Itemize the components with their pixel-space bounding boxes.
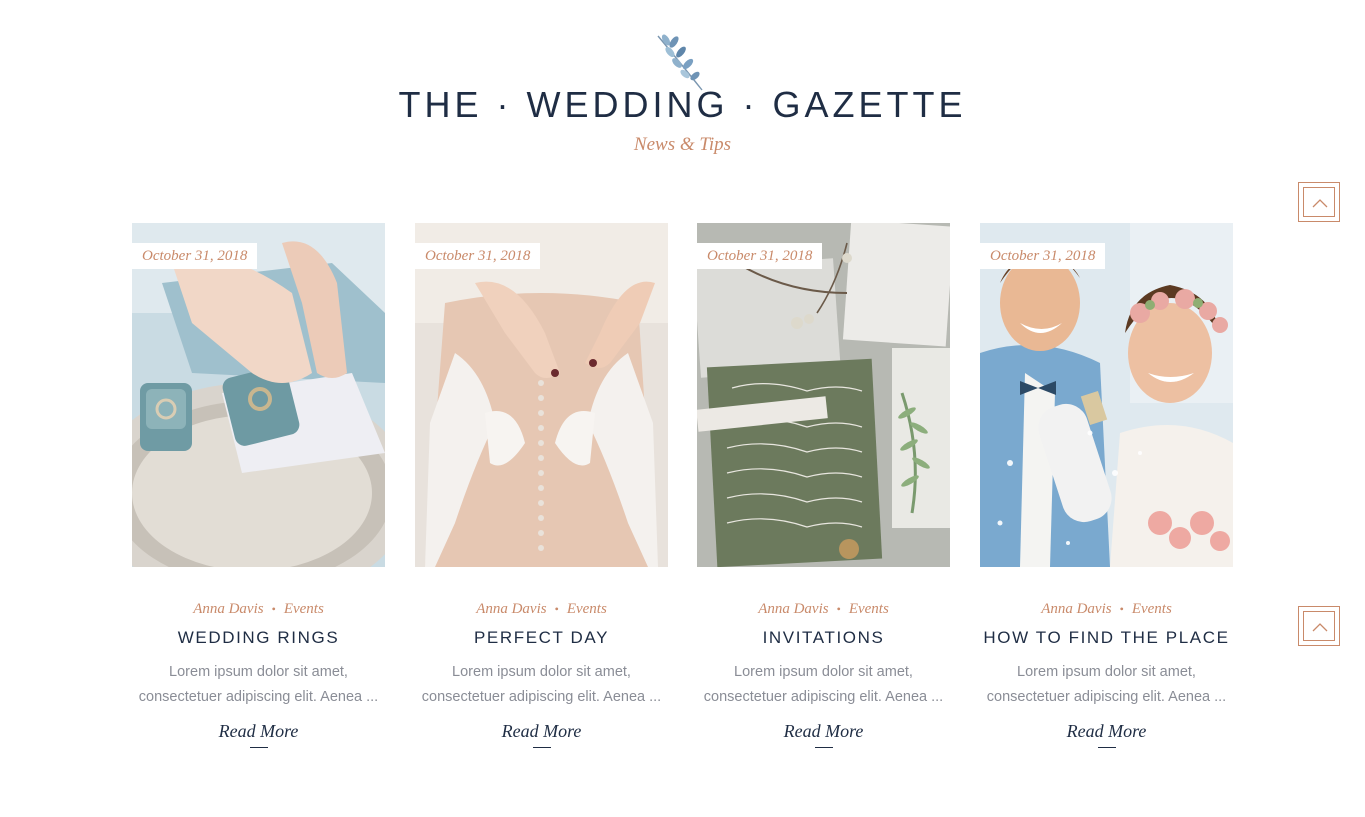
site-title: THE · WEDDING · GAZETTE: [398, 84, 967, 125]
post-card: October 31, 2018 Anna Davis • Events WEDDI…: [132, 223, 385, 763]
read-more-link[interactable]: Read More: [697, 721, 950, 742]
post-card: October 31, 2018 Anna Davis • Events PERFE…: [415, 223, 668, 763]
post-meta: Anna Davis • Events: [476, 601, 607, 617]
post-card: October 31, 2018 Anna Davis • Events HOW T…: [980, 223, 1233, 763]
post-author[interactable]: Anna Davis: [1041, 601, 1111, 617]
post-author[interactable]: Anna Davis: [476, 601, 546, 617]
chevron-up-icon: [1312, 623, 1328, 632]
post-excerpt: Lorem ipsum dolor sit amet, consectetuer…: [986, 664, 1227, 705]
post-title[interactable]: HOW TO FIND THE PLACE: [980, 628, 1233, 648]
post-meta: Anna Davis • Events: [193, 601, 324, 617]
scroll-to-top-button[interactable]: [1298, 182, 1340, 222]
couple-celebration-photo[interactable]: [980, 223, 1233, 567]
post-grid: October 31, 2018 Anna Davis • Events WEDDI…: [132, 223, 1233, 763]
post-excerpt: Lorem ipsum dolor sit amet, consectetuer…: [421, 664, 662, 705]
post-category[interactable]: Events: [849, 601, 889, 617]
read-more-link[interactable]: Read More: [132, 721, 385, 742]
read-more-underline: [533, 747, 551, 748]
read-more-underline: [815, 747, 833, 748]
post-excerpt: Lorem ipsum dolor sit amet, consectetuer…: [703, 664, 944, 705]
read-more-link[interactable]: Read More: [980, 721, 1233, 742]
post-card: October 31, 2018 Anna Davis • Events INVIT…: [697, 223, 950, 763]
read-more-underline: [250, 747, 268, 748]
post-title[interactable]: WEDDING RINGS: [132, 628, 385, 648]
post-date: October 31, 2018: [415, 243, 541, 269]
wedding-rings-photo[interactable]: [132, 223, 385, 567]
post-author[interactable]: Anna Davis: [193, 601, 263, 617]
post-category[interactable]: Events: [1132, 601, 1172, 617]
site-subtitle: News & Tips: [633, 134, 732, 155]
post-excerpt: Lorem ipsum dolor sit amet, consectetuer…: [138, 664, 379, 705]
post-meta: Anna Davis • Events: [1041, 601, 1172, 617]
post-category[interactable]: Events: [284, 601, 324, 617]
post-date: October 31, 2018: [132, 243, 258, 269]
chevron-up-icon: [1312, 199, 1328, 208]
read-more-underline: [1098, 747, 1116, 748]
site-header: THE · WEDDING · GAZETTE News & Tips: [0, 0, 1365, 170]
post-date: October 31, 2018: [697, 243, 823, 269]
invitations-photo[interactable]: [697, 223, 950, 567]
post-author[interactable]: Anna Davis: [758, 601, 828, 617]
scroll-to-top-button[interactable]: [1298, 606, 1340, 646]
post-meta: Anna Davis • Events: [758, 601, 889, 617]
post-title[interactable]: INVITATIONS: [697, 628, 950, 648]
read-more-link[interactable]: Read More: [415, 721, 668, 742]
post-category[interactable]: Events: [567, 601, 607, 617]
post-date: October 31, 2018: [980, 243, 1106, 269]
lace-dress-photo[interactable]: [415, 223, 668, 567]
post-title[interactable]: PERFECT DAY: [415, 628, 668, 648]
